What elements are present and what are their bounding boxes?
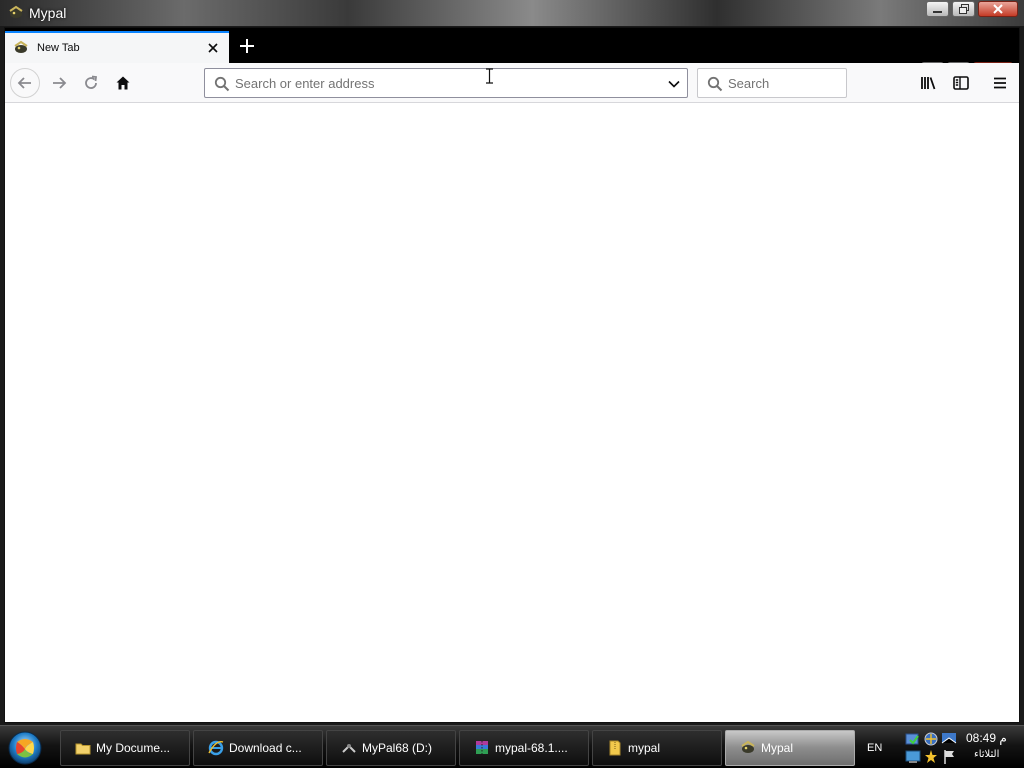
menu-button[interactable] — [985, 68, 1015, 98]
close-icon — [993, 4, 1003, 14]
taskbar-item-label: Mypal — [761, 741, 794, 755]
taskbar-item-label: Download c... — [229, 741, 302, 755]
plus-icon — [240, 39, 254, 53]
mypal-app-icon — [9, 5, 23, 18]
home-button[interactable] — [108, 68, 138, 98]
back-button[interactable] — [10, 68, 40, 98]
taskbar-item-label: My Docume... — [96, 741, 171, 755]
search-input[interactable] — [728, 73, 838, 93]
reload-button[interactable] — [76, 68, 106, 98]
tab-title: New Tab — [37, 42, 80, 54]
folder-icon — [609, 740, 621, 756]
start-orb-icon[interactable] — [6, 730, 44, 766]
reload-icon — [85, 75, 98, 89]
taskbar-item-label: mypal — [628, 741, 661, 755]
taskbar-item-mypal-folder[interactable]: mypal — [592, 730, 722, 766]
window-title: Mypal — [29, 5, 67, 21]
home-icon — [116, 76, 130, 90]
tab-new-tab[interactable]: New Tab — [5, 31, 229, 63]
system-tray-icons[interactable] — [904, 730, 960, 766]
taskbar-item-mypal-archive[interactable]: mypal-68.1.... — [459, 730, 589, 766]
minimize-icon — [933, 10, 942, 13]
window-minimize-button[interactable] — [926, 1, 949, 17]
taskbar-item-label: mypal-68.1.... — [495, 741, 568, 755]
mypal-favicon-icon — [14, 40, 28, 53]
forward-button[interactable] — [44, 68, 74, 98]
taskbar: My Docume... Download c... MyPal68 (D:) … — [0, 725, 1024, 768]
navigation-toolbar — [5, 63, 1019, 103]
url-bar[interactable] — [204, 68, 688, 98]
close-icon — [208, 43, 218, 53]
text-cursor-icon — [486, 68, 493, 84]
archive-icon — [476, 741, 488, 754]
browser-window: New Tab — [4, 27, 1020, 723]
tab-close-button[interactable] — [203, 38, 223, 58]
clock-date[interactable]: الثلاثاء — [974, 749, 999, 760]
new-tab-button[interactable] — [237, 36, 257, 56]
clock-time[interactable]: 08:49 م — [966, 731, 1007, 745]
window-restore-button[interactable] — [952, 1, 975, 17]
arrow-left-icon — [17, 77, 31, 89]
search-icon — [214, 76, 230, 92]
arrow-right-icon — [53, 77, 67, 89]
library-button[interactable] — [914, 68, 944, 98]
sidebar-button[interactable] — [946, 68, 976, 98]
hamburger-menu-icon — [994, 77, 1006, 89]
sidebar-icon — [953, 76, 969, 90]
taskbar-item-mypal-browser[interactable]: Mypal — [725, 730, 855, 766]
search-bar[interactable] — [697, 68, 847, 98]
taskbar-item-download[interactable]: Download c... — [193, 730, 323, 766]
taskbar-item-label: MyPal68 (D:) — [362, 741, 433, 755]
folder-icon — [75, 743, 91, 755]
mypal-app-icon — [741, 740, 755, 753]
page-content[interactable] — [5, 104, 1019, 722]
tab-strip: New Tab — [5, 28, 1019, 78]
library-icon — [921, 77, 936, 90]
drive-icon — [342, 744, 356, 753]
taskbar-item-mypal68-drive[interactable]: MyPal68 (D:) — [326, 730, 456, 766]
url-input[interactable] — [235, 73, 655, 93]
restore-icon — [958, 4, 969, 14]
taskbar-item-my-documents[interactable]: My Docume... — [60, 730, 190, 766]
language-indicator[interactable]: EN — [867, 742, 882, 754]
window-titlebar[interactable]: Mypal — [0, 0, 1024, 26]
search-icon — [707, 76, 723, 92]
chevron-down-icon[interactable] — [667, 77, 681, 91]
ie-icon — [208, 740, 224, 756]
window-close-button[interactable] — [978, 1, 1018, 17]
